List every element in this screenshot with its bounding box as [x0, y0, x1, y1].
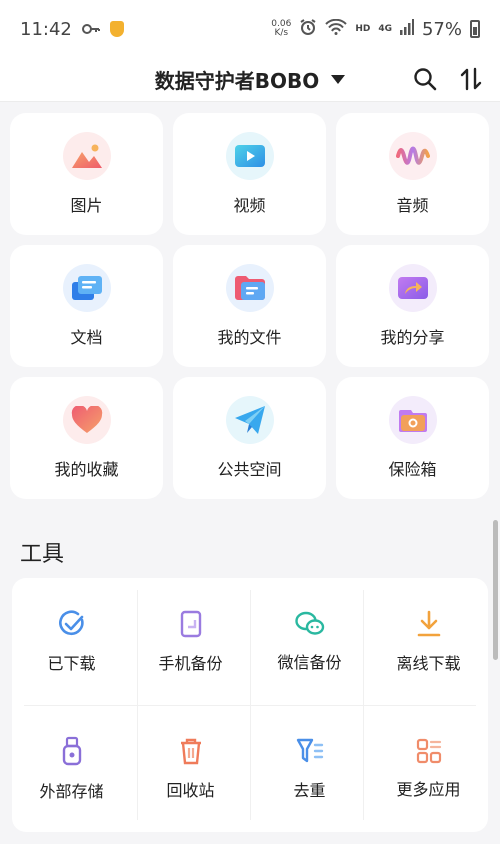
- battery-icon: [470, 20, 480, 38]
- category-label: 保险箱: [388, 460, 437, 479]
- account-switcher[interactable]: 数据守护者BOBO: [155, 65, 346, 94]
- network-type: 4G: [378, 24, 392, 34]
- search-button[interactable]: [410, 64, 440, 94]
- sort-icon: [460, 67, 482, 91]
- category-favorites[interactable]: 我的收藏: [10, 377, 163, 499]
- tool-recycle-bin[interactable]: 回收站: [131, 705, 250, 832]
- heart-icon: [62, 396, 111, 444]
- tools-section-title: 工具: [20, 542, 65, 567]
- category-videos[interactable]: 视频: [173, 113, 326, 235]
- video-icon: [225, 132, 274, 180]
- category-documents[interactable]: 文档: [10, 245, 163, 367]
- tool-more-apps[interactable]: 更多应用: [369, 705, 488, 832]
- recycle-bin-icon: [180, 738, 201, 764]
- app-header: 数据守护者BOBO: [0, 58, 500, 102]
- downloaded-check-icon: [58, 610, 84, 635]
- tool-downloaded[interactable]: 已下载: [12, 578, 131, 705]
- caret-down-icon: [331, 75, 346, 84]
- status-time: 11:42: [20, 18, 72, 40]
- category-label: 视频: [233, 196, 266, 215]
- more-apps-icon: [416, 738, 441, 763]
- key-icon: [81, 19, 100, 40]
- tool-external-storage[interactable]: 外部存储: [12, 705, 131, 832]
- wifi-icon: [325, 18, 348, 40]
- share-icon: [388, 264, 437, 312]
- shield-badge-icon: [109, 21, 124, 37]
- category-pictures[interactable]: 图片: [10, 113, 163, 235]
- category-label: 我的文件: [217, 328, 282, 347]
- folder-icon: [225, 264, 274, 312]
- usb-storage-icon: [62, 736, 81, 765]
- category-my-files[interactable]: 我的文件: [173, 245, 326, 367]
- category-audio[interactable]: 音频: [336, 113, 489, 235]
- paper-plane-icon: [225, 396, 274, 444]
- tool-label: 更多应用: [396, 779, 461, 799]
- tool-label: 去重: [293, 780, 326, 800]
- search-icon: [414, 68, 437, 91]
- status-bar: 11:42 0.06 K/s HD 4G 57%: [0, 0, 500, 58]
- category-label: 图片: [70, 196, 103, 215]
- tool-label: 外部存储: [39, 781, 104, 801]
- alarm-icon: [299, 18, 317, 41]
- category-label: 文档: [70, 328, 103, 347]
- scrollbar-thumb[interactable]: [493, 520, 498, 660]
- dedupe-icon: [296, 738, 323, 762]
- tool-offline-download[interactable]: 离线下载: [369, 578, 488, 705]
- category-my-shares[interactable]: 我的分享: [336, 245, 489, 367]
- category-label: 音频: [396, 196, 429, 215]
- category-grid: 图片 视频 音频 文档 我的文件 我的分享 我的收藏 公共空间 保险箱: [10, 113, 490, 499]
- tool-label: 离线下载: [396, 653, 461, 673]
- phone-backup-icon: [180, 610, 201, 637]
- signal-icon: [399, 18, 414, 40]
- net-speed-unit: K/s: [274, 28, 289, 38]
- audio-icon: [388, 132, 437, 180]
- category-label: 我的收藏: [54, 460, 119, 479]
- offline-download-icon: [417, 610, 440, 636]
- tool-dedupe[interactable]: 去重: [250, 705, 369, 832]
- wechat-icon: [294, 611, 324, 635]
- tool-label: 手机备份: [158, 653, 223, 673]
- category-label: 公共空间: [217, 460, 282, 479]
- net-speed: 0.06 K/s: [271, 20, 291, 38]
- battery-percent: 57%: [421, 18, 462, 40]
- category-label: 我的分享: [380, 328, 445, 347]
- safe-box-icon: [388, 396, 437, 444]
- tool-phone-backup[interactable]: 手机备份: [131, 578, 250, 705]
- tool-label: 已下载: [47, 653, 96, 673]
- hd-tag: HD: [355, 24, 371, 34]
- tools-card: 已下载 手机备份 微信备份 离线下载 外部存储 回收站 去重 更多应用: [12, 578, 488, 832]
- tool-label: 微信备份: [277, 652, 342, 672]
- tool-wechat-backup[interactable]: 微信备份: [250, 578, 369, 705]
- tool-label: 回收站: [166, 780, 215, 800]
- category-safe-box[interactable]: 保险箱: [336, 377, 489, 499]
- document-icon: [62, 264, 111, 312]
- account-name: 数据守护者BOBO: [154, 69, 320, 93]
- picture-icon: [62, 132, 111, 180]
- sort-button[interactable]: [456, 64, 486, 94]
- category-public-space[interactable]: 公共空间: [173, 377, 326, 499]
